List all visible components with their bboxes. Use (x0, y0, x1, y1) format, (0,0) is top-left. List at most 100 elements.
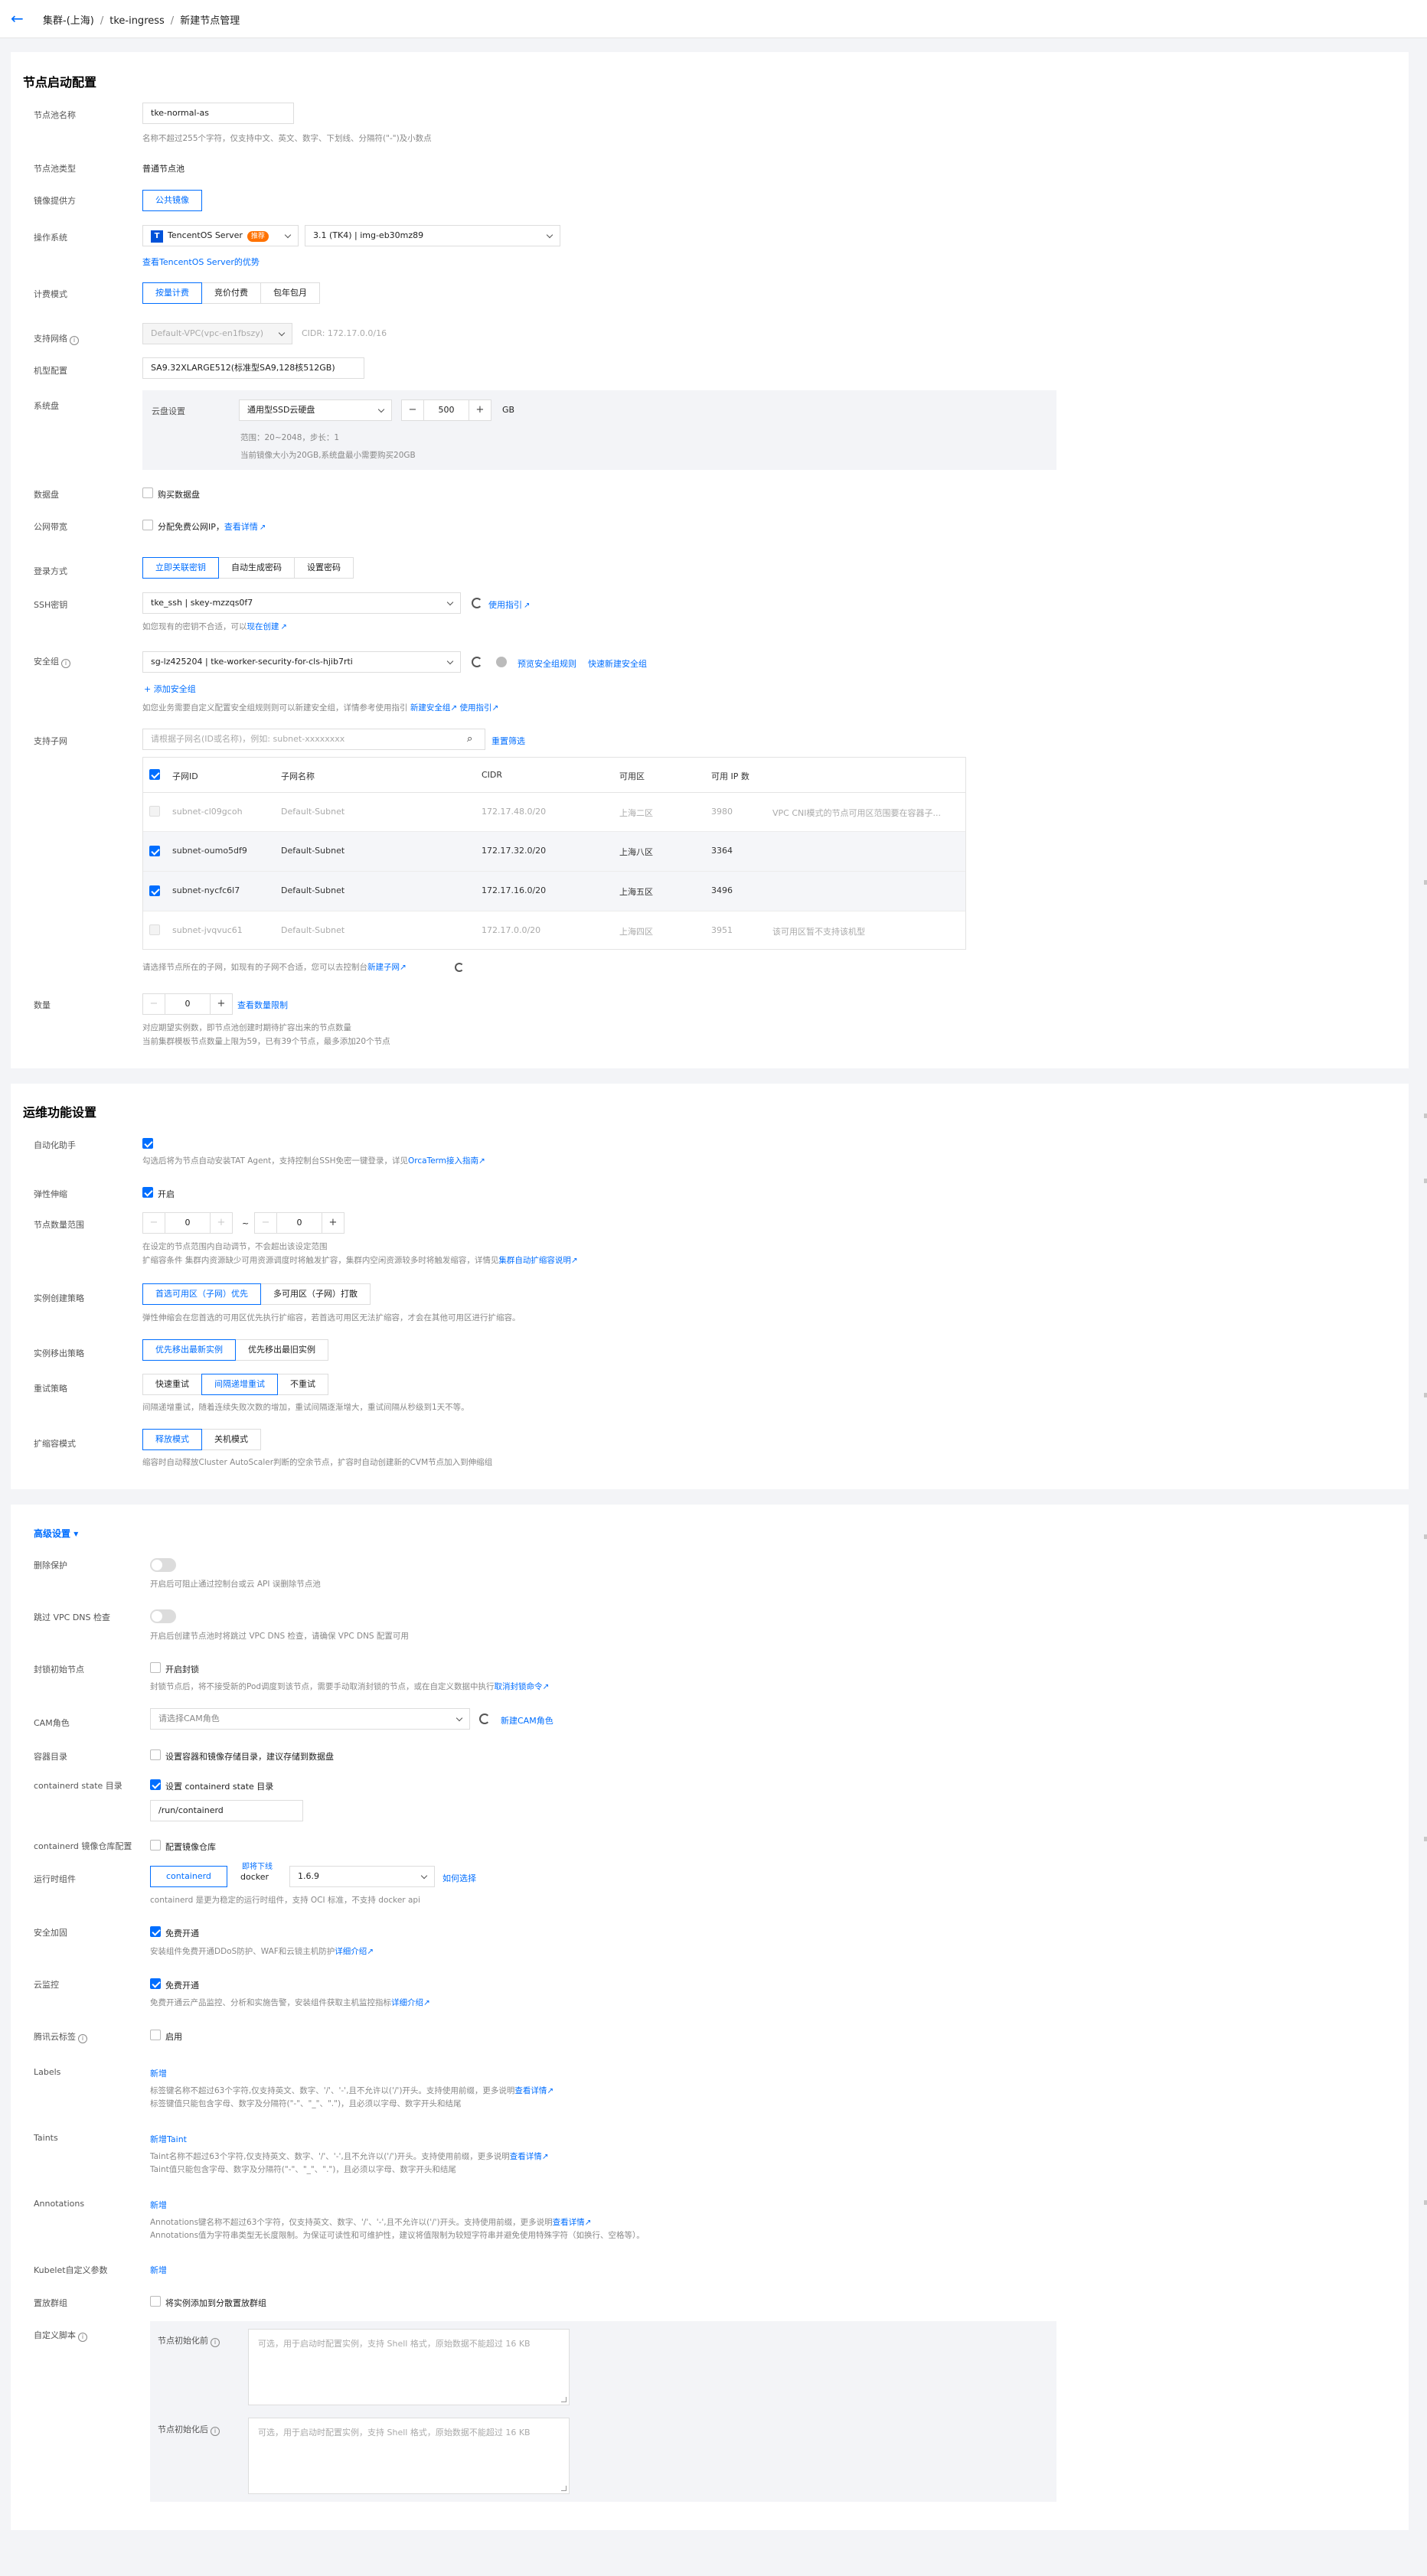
table-row[interactable]: subnet-oumo5df9 Default-Subnet 172.17.32… (143, 832, 965, 872)
select-all-checkbox[interactable] (149, 769, 160, 780)
image-provider-public[interactable]: 公共镜像 (142, 190, 202, 211)
refresh-icon[interactable] (472, 657, 482, 667)
annotations-detail-link[interactable]: 查看详情 (553, 2218, 585, 2227)
login-set-password[interactable]: 设置密码 (294, 557, 354, 579)
sg-quick-create-link[interactable]: 快速新建安全组 (588, 657, 647, 670)
billing-prepaid[interactable]: 包年包月 (260, 282, 320, 304)
runtime-howto-link[interactable]: 如何选择 (442, 1872, 476, 1884)
billing-spot[interactable]: 竞价付费 (201, 282, 261, 304)
range-max-value[interactable]: 0 (276, 1213, 322, 1233)
kubelet-add-link[interactable]: 新增 (150, 2264, 167, 2276)
disk-size-stepper[interactable]: −500 + (401, 399, 491, 421)
refresh-icon[interactable] (455, 963, 464, 972)
taints-detail-link[interactable]: 查看详情 (510, 2152, 542, 2161)
back-arrow-icon[interactable]: ← (11, 9, 24, 28)
public-ip-checkbox[interactable] (142, 520, 153, 530)
containerd-state-input[interactable]: /run/containerd (150, 1800, 303, 1821)
os-select[interactable]: T TencentOS Server 推荐 (142, 225, 299, 246)
uncordon-link[interactable]: 取消封锁命令 (495, 1682, 543, 1691)
sg-preview-link[interactable]: 预览安全组规则 (518, 657, 576, 670)
model-input[interactable]: SA9.32XLARGE512(标准型SA9,128核512GB) (142, 357, 364, 379)
security-detail-link[interactable]: 详细介绍 (335, 1947, 367, 1956)
registry-checkbox[interactable] (150, 1840, 161, 1850)
skip-dns-toggle[interactable] (150, 1609, 176, 1623)
monitor-checkbox[interactable] (150, 1978, 161, 1989)
count-stepper[interactable]: −0 + (142, 993, 233, 1015)
cordon-checkbox[interactable] (150, 1662, 161, 1673)
minus-icon[interactable]: − (143, 994, 165, 1014)
login-auto-password[interactable]: 自动生成密码 (218, 557, 295, 579)
runtime-version-select[interactable]: 1.6.9 (289, 1866, 435, 1887)
subnet-search-input[interactable]: 请根据子网名(ID或名称)，例如: subnet-xxxxxxxx (142, 729, 485, 750)
data-disk-checkbox[interactable] (142, 487, 153, 498)
monitor-detail-link[interactable]: 详细介绍 (391, 1998, 423, 2007)
info-icon[interactable]: i (211, 2338, 220, 2347)
retry-none[interactable]: 不重试 (277, 1374, 328, 1395)
remove-oldest[interactable]: 优先移出最旧实例 (235, 1339, 328, 1361)
auto-assist-checkbox[interactable] (142, 1138, 153, 1149)
range-max-stepper[interactable]: −0 + (254, 1212, 345, 1234)
billing-postpaid[interactable]: 按量计费 (142, 282, 202, 304)
advanced-toggle[interactable]: 高级设置 ▾ (34, 1527, 78, 1540)
tag-checkbox[interactable] (150, 2030, 161, 2040)
info-icon[interactable]: i (78, 2333, 87, 2342)
plus-icon[interactable]: + (469, 400, 491, 420)
ssh-key-select[interactable]: tke_ssh | skey-mzzqs0f7 (142, 592, 461, 614)
new-cam-link[interactable]: 新建CAM角色 (501, 1714, 553, 1727)
range-min-stepper[interactable]: −0 + (142, 1212, 233, 1234)
create-policy-spread[interactable]: 多可用区（子网）打散 (260, 1283, 371, 1305)
subnet-reset-link[interactable]: 重置筛选 (491, 735, 525, 747)
annotations-add-link[interactable]: 新增 (150, 2199, 167, 2211)
table-row[interactable]: subnet-nycfc6l7 Default-Subnet 172.17.16… (143, 872, 965, 911)
labels-detail-link[interactable]: 查看详情 (514, 2086, 547, 2095)
containerd-state-checkbox[interactable] (150, 1779, 161, 1790)
sg-guide-link[interactable]: 使用指引 (460, 703, 492, 712)
login-ssh-key[interactable]: 立即关联密钥 (142, 557, 219, 579)
range-min-value[interactable]: 0 (165, 1213, 211, 1233)
script-after-textarea[interactable]: 可选，用于启动时配置实例，支持 Shell 格式，原始数据不能超过 16 KB (248, 2418, 570, 2494)
info-icon[interactable]: i (211, 2427, 220, 2436)
elastic-checkbox[interactable] (142, 1187, 153, 1198)
cam-select[interactable]: 请选择CAM角色 (150, 1708, 470, 1730)
pool-name-input[interactable]: tke-normal-as (142, 103, 294, 124)
runtime-containerd[interactable]: containerd (150, 1866, 227, 1887)
disk-type-select[interactable]: 通用型SSD云硬盘 (239, 399, 392, 421)
row-checkbox[interactable] (149, 846, 160, 856)
autoscaler-doc-link[interactable]: 集群自动扩缩容说明 (498, 1256, 571, 1265)
remove-sg-icon[interactable] (496, 657, 507, 667)
delete-protect-toggle[interactable] (150, 1558, 176, 1572)
breadcrumb-cluster-id[interactable]: tke-ingress (109, 15, 165, 27)
public-ip-detail-link[interactable]: 查看详情 ↗ (224, 522, 266, 532)
create-policy-preferred[interactable]: 首选可用区（子网）优先 (142, 1283, 261, 1305)
info-icon[interactable]: i (78, 2034, 87, 2043)
minus-icon[interactable]: − (402, 400, 423, 420)
orcaterm-guide-link[interactable]: OrcaTerm接入指南 (408, 1156, 478, 1166)
sg-new-link[interactable]: 新建安全组 (410, 703, 451, 712)
scale-shutdown[interactable]: 关机模式 (201, 1429, 261, 1450)
count-limit-link[interactable]: 查看数量限制 (237, 999, 288, 1011)
os-advantage-link[interactable]: 查看TencentOS Server的优势 (142, 256, 260, 268)
placement-checkbox[interactable] (150, 2296, 161, 2307)
taints-add-link[interactable]: 新增Taint (150, 2133, 187, 2145)
ssh-guide-link[interactable]: 使用指引 ↗ (488, 598, 530, 611)
script-before-textarea[interactable]: 可选，用于启动时配置实例，支持 Shell 格式，原始数据不能超过 16 KB (248, 2329, 570, 2405)
count-value[interactable]: 0 (165, 994, 211, 1014)
sg-select[interactable]: sg-lz425204 | tke-worker-security-for-cl… (142, 651, 461, 673)
new-subnet-link[interactable]: 新建子网 (367, 963, 400, 972)
scale-release[interactable]: 释放模式 (142, 1429, 202, 1450)
remove-newest[interactable]: 优先移出最新实例 (142, 1339, 236, 1361)
runtime-docker[interactable]: docker (240, 1872, 269, 1882)
breadcrumb-cluster[interactable]: 集群-(上海) (43, 15, 94, 27)
labels-add-link[interactable]: 新增 (150, 2067, 167, 2079)
security-checkbox[interactable] (150, 1926, 161, 1937)
search-icon[interactable]: ⌕ (467, 733, 472, 745)
info-icon[interactable]: i (61, 659, 70, 668)
row-checkbox[interactable] (149, 885, 160, 896)
refresh-icon[interactable] (472, 598, 482, 608)
container-dir-checkbox[interactable] (150, 1749, 161, 1760)
ssh-create-link[interactable]: 现在创建 ↗ (247, 622, 287, 631)
plus-icon[interactable]: + (211, 994, 232, 1014)
os-version-select[interactable]: 3.1 (TK4) | img-eb30mz89 (305, 225, 560, 246)
retry-incremental[interactable]: 间隔递增重试 (201, 1374, 278, 1395)
retry-fast[interactable]: 快速重试 (142, 1374, 202, 1395)
